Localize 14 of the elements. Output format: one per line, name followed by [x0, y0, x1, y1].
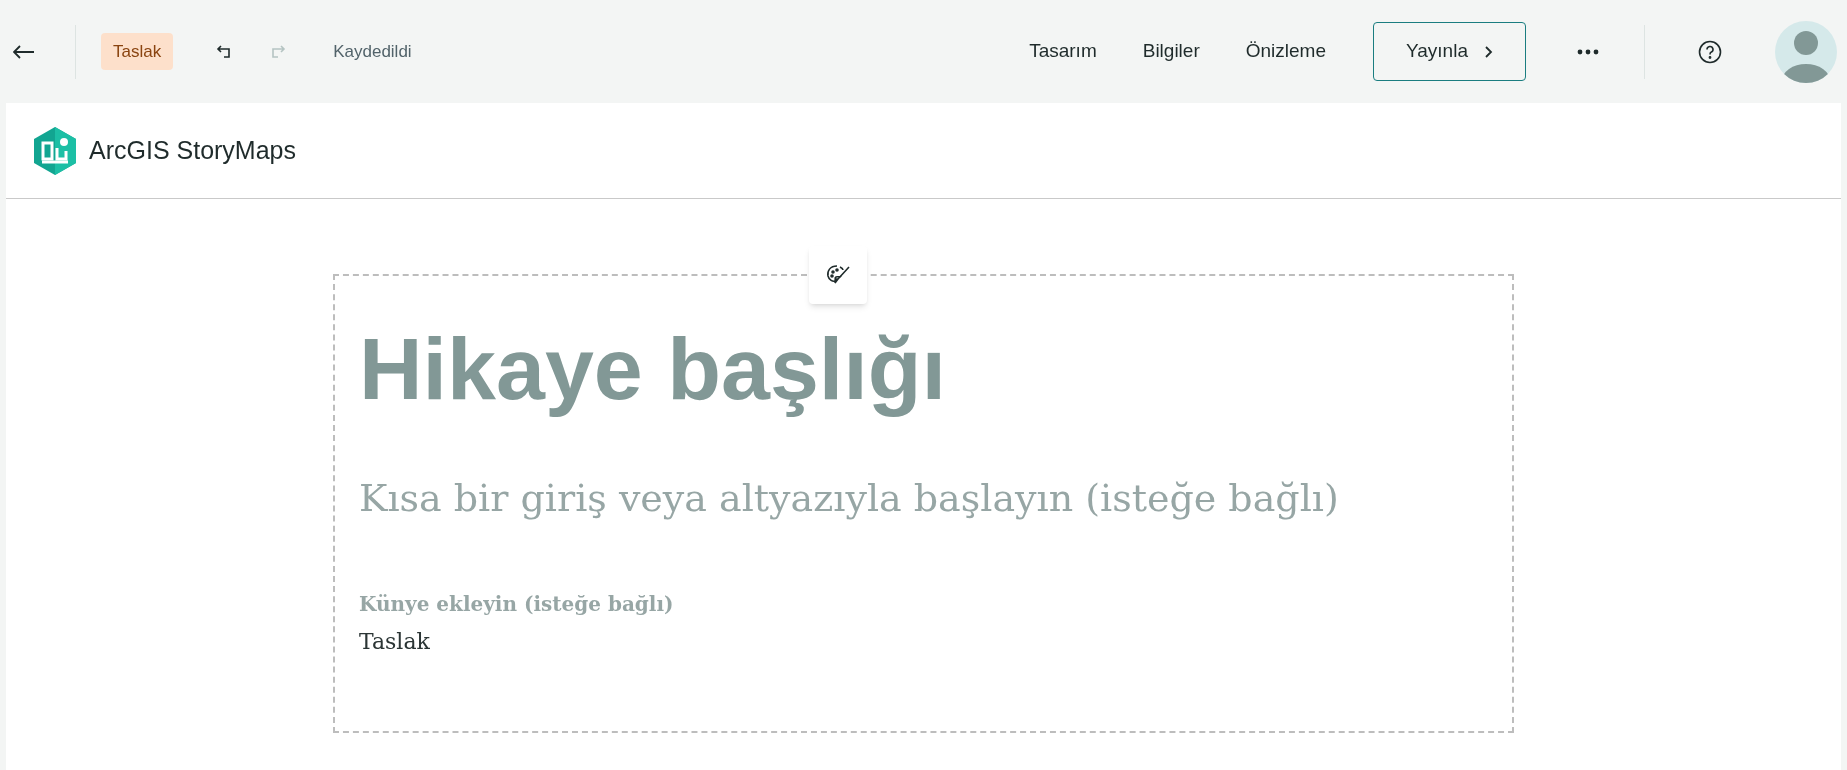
- publish-button[interactable]: Yayınla: [1373, 22, 1526, 81]
- palette-button[interactable]: [809, 246, 867, 304]
- brand-name: ArcGIS StoryMaps: [89, 134, 296, 166]
- logo-icon: [33, 125, 77, 176]
- help-icon: [1698, 39, 1722, 64]
- byline-text: Taslak: [359, 627, 431, 656]
- more-icon: [1577, 48, 1599, 55]
- nav-tab[interactable]: Bilgiler: [1119, 29, 1223, 74]
- chevron-right-icon: [1484, 44, 1493, 59]
- back-arrow-icon: [13, 44, 35, 59]
- nav-tab[interactable]: Önizleme: [1222, 29, 1349, 74]
- save-status: Kaydedildi: [333, 40, 412, 63]
- nav-tab[interactable]: Tasarım: [1006, 29, 1120, 74]
- draft-badge: Taslak: [101, 32, 174, 71]
